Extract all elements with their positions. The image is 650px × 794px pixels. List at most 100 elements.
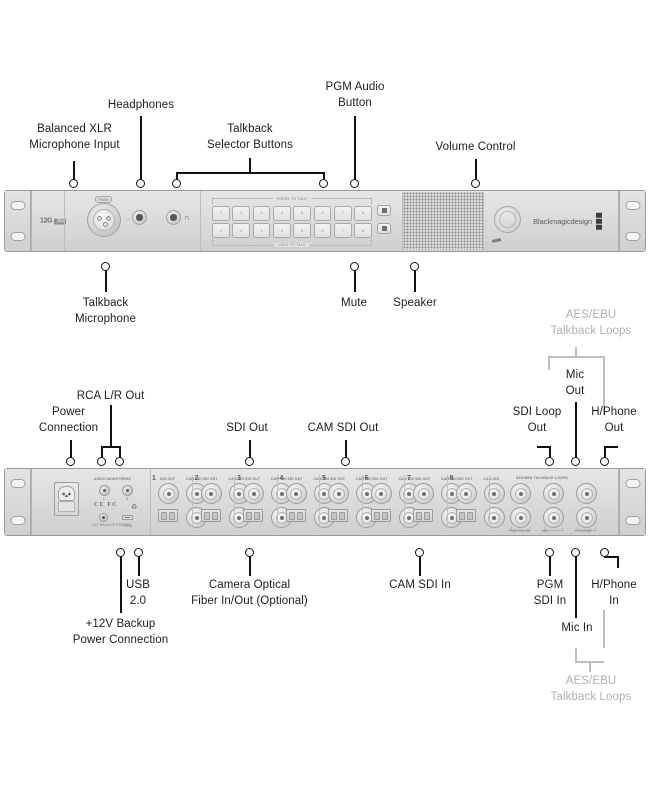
channel-number: 3 — [237, 475, 241, 482]
backup-power-label: +12V BACKUP POWER — [90, 523, 130, 527]
headphone-jack[interactable] — [166, 210, 181, 225]
usb-port[interactable] — [122, 515, 133, 520]
callout-dot — [136, 179, 145, 188]
talkback-selector-button[interactable]: 3 — [252, 223, 271, 238]
sdi-channel-group: 8 SDI OUT CAM SDI — [448, 469, 505, 535]
press-to-talk-label: PRESS TO TALK — [272, 197, 312, 201]
talkback-selector-grid[interactable]: 12345678 12345678 — [212, 206, 372, 238]
recycle-icon: ♻ — [131, 504, 138, 511]
leader-line — [575, 648, 577, 662]
loop-out-bnc[interactable] — [576, 483, 597, 504]
sdi-out-label: SDI OUT — [160, 477, 176, 481]
talkback-selector-button[interactable]: 3 — [252, 206, 271, 221]
rca-right-jack[interactable] — [122, 485, 133, 496]
callout-talkback-microphone: Talkback Microphone — [74, 297, 137, 325]
volume-control-knob[interactable] — [494, 206, 521, 233]
channel-number: 4 — [279, 475, 284, 482]
sdi-channel-group: 6 SDI OUT CAM SDI — [363, 469, 420, 535]
leader-line — [414, 270, 416, 292]
mute-button[interactable] — [377, 223, 391, 234]
rear-panel-device: AUDIO MONITORING L R CE FC ♻ +12V BACKUP… — [4, 468, 646, 536]
callout-hphone-out: H/Phone Out — [591, 406, 637, 434]
talkback-selector-button[interactable]: 4 — [272, 223, 291, 238]
talkback-selector-button[interactable]: 7 — [333, 223, 352, 238]
talkback-selector-button[interactable]: 1 — [212, 223, 230, 238]
loops-header: AES/EBU TALKBACK LOOPS — [516, 476, 568, 480]
xlr-inner-ring — [93, 209, 115, 231]
rca-left-jack[interactable] — [99, 485, 110, 496]
sdi-channel-group: 5 SDI OUT CAM SDI — [320, 469, 377, 535]
sdi-out-bnc[interactable] — [200, 483, 222, 504]
callout-pgm-sdi-in: PGM SDI In — [533, 579, 567, 607]
callout-dot — [341, 457, 350, 466]
pgm-audio-button[interactable] — [377, 205, 391, 216]
sdi-out-bnc[interactable] — [243, 483, 264, 504]
talkback-selector-button[interactable]: 1 — [212, 206, 230, 221]
leader-line — [419, 556, 421, 576]
iec-power-connector[interactable] — [54, 482, 79, 516]
sdi-channel-group: 1 SDI OUT CAM SDI — [150, 469, 207, 535]
sdi-out-bnc[interactable] — [285, 483, 307, 504]
loop-in-bnc[interactable] — [576, 507, 597, 528]
sdi-out-bnc[interactable] — [455, 483, 477, 504]
optical-fiber-module[interactable] — [370, 509, 391, 522]
rack-hole — [625, 232, 640, 241]
leader-line — [589, 661, 591, 672]
callout-sdi-loop-out: SDI Loop Out — [512, 406, 562, 434]
talkback-selector-button[interactable]: 6 — [313, 206, 332, 221]
loop-out-bnc[interactable] — [543, 483, 564, 504]
optical-fiber-module[interactable] — [413, 509, 433, 522]
callout-mic-in: Mic In — [561, 622, 593, 634]
leader-line — [110, 405, 112, 446]
talkback-selector-button[interactable]: 7 — [333, 206, 352, 221]
optical-fiber-module[interactable] — [158, 509, 178, 522]
brand-name: Blackmagicdesign — [533, 216, 592, 226]
loop-label: PGM SDI IN — [509, 529, 530, 533]
callout-cam-sdi-out: CAM SDI Out — [307, 422, 379, 434]
leader-line — [617, 556, 619, 568]
leader-line — [105, 270, 107, 292]
loop-in-bnc[interactable] — [510, 507, 531, 528]
channel-number: 5 — [322, 475, 326, 482]
leader-line — [249, 556, 251, 576]
callout-dot — [115, 457, 124, 466]
callout-camera-optical-fiber: Camera Optical Fiber In/Out (Optional) — [191, 579, 308, 607]
callout-hphone-in: H/Phone In — [591, 579, 637, 607]
talkback-selector-button[interactable]: 2 — [232, 206, 251, 221]
loop-out-bnc[interactable] — [510, 483, 531, 504]
talkback-selector-button[interactable]: 8 — [354, 223, 372, 238]
callout-rca-lr-out: RCA L/R Out — [76, 390, 145, 402]
loop-in-bnc[interactable] — [543, 507, 564, 528]
xlr-push-tab[interactable]: PUSH — [95, 196, 112, 203]
talkback-selector-button[interactable]: 6 — [313, 223, 332, 238]
optical-fiber-module[interactable] — [200, 509, 221, 522]
optical-fiber-module[interactable] — [455, 509, 476, 522]
rack-hole — [10, 479, 25, 488]
callout-cam-sdi-in: CAM SDI In — [389, 579, 451, 591]
optical-fiber-module[interactable] — [285, 509, 306, 522]
optical-fiber-module[interactable] — [328, 509, 348, 522]
callout-dot — [350, 179, 359, 188]
talkback-selector-button[interactable]: 8 — [354, 206, 372, 221]
sdi-channel-group: 7 SDI OUT CAM SDI — [405, 469, 462, 535]
xlr-pin — [106, 216, 111, 221]
talkback-selector-button[interactable]: 5 — [293, 223, 312, 238]
backup-power-connector[interactable] — [99, 513, 108, 522]
talkback-selector-button[interactable]: 5 — [293, 206, 312, 221]
optical-fiber-module[interactable] — [243, 509, 263, 522]
talkback-selector-button[interactable]: 4 — [272, 206, 291, 221]
sdi-out-bnc[interactable] — [158, 483, 179, 504]
sdi-out-bnc[interactable] — [370, 483, 392, 504]
microphone-jack[interactable] — [132, 210, 147, 225]
xlr-microphone-input[interactable] — [87, 203, 121, 237]
callout-dot — [600, 457, 609, 466]
sdi-out-bnc[interactable] — [328, 483, 349, 504]
front-panel-device: 12G 3G PUSH ⏿ ∩ PRESS TO TALK LOCK TO TA… — [4, 190, 646, 252]
talkback-selector-button[interactable]: 2 — [232, 223, 251, 238]
iec-inlet — [58, 486, 75, 501]
diagram-canvas: Balanced XLR Microphone Input Headphones… — [0, 0, 650, 794]
leader-line — [548, 356, 604, 358]
sdi-out-label: SDI OUT — [372, 477, 388, 481]
sdi-out-bnc[interactable] — [413, 483, 434, 504]
callout-speaker: Speaker — [393, 297, 437, 309]
